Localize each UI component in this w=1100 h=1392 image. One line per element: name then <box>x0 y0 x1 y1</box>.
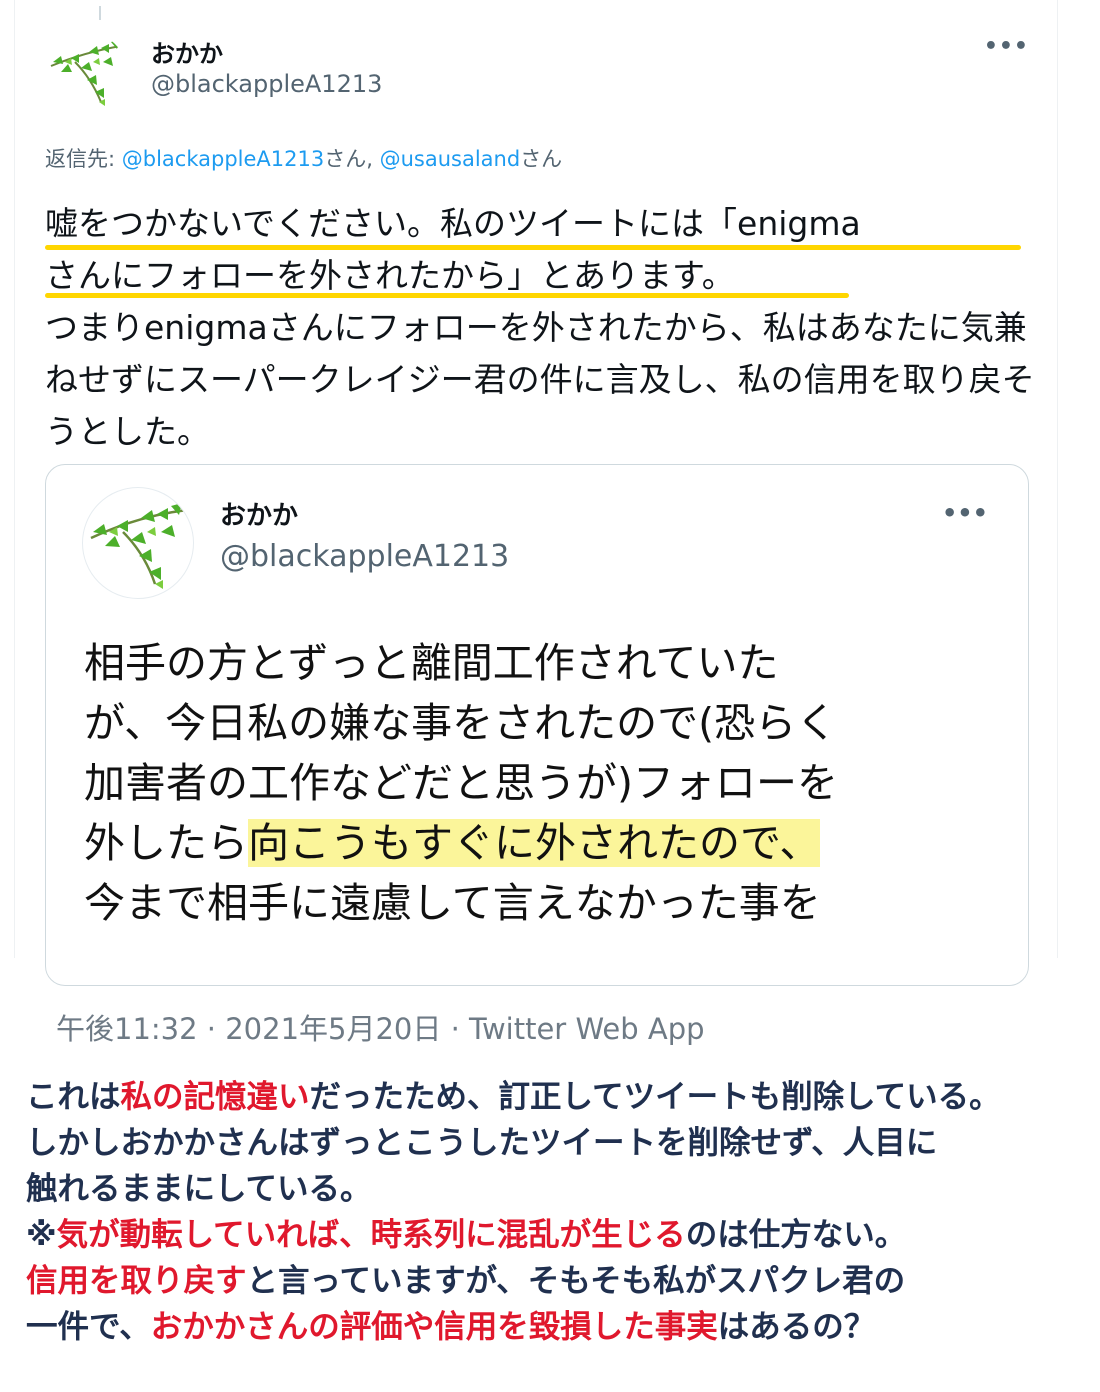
quoted-text-plain: 外したら <box>84 819 248 867</box>
tweet-timestamp[interactable]: 午後11:32 · 2021年5月20日 · Twitter Web App <box>56 1006 705 1048</box>
tweet-text: 嘘をつかないでください。私のツイートには「enigma さんにフォローを外された… <box>45 198 1035 458</box>
caption-emphasis: 信用を取り戻す <box>26 1263 247 1299</box>
tweet-text-rest: つまりenigmaさんにフォローを外されたから、私はあなたに気兼ねせずにスーパー… <box>45 308 1035 451</box>
tweet-card: おかか @blackappleA1213 ••• 返信先: @blackappl… <box>14 0 1058 986</box>
quoted-author-name[interactable]: おかか <box>220 495 298 532</box>
caption-line: 信用を取り戻すと言っていますが、そもそも私がスパクレ君の <box>26 1258 1096 1304</box>
author-handle[interactable]: @blackappleA1213 <box>151 70 382 98</box>
quoted-author-handle[interactable]: @blackappleA1213 <box>220 539 509 574</box>
caption-text: これは <box>26 1079 121 1115</box>
quoted-line: が、今日私の嫌な事をされたので(恐らく <box>84 699 838 747</box>
reply-prefix: 返信先: <box>45 147 122 171</box>
caption-line: 一件で、おかかさんの評価や信用を毀損した事実はあるの？ <box>26 1304 1096 1350</box>
caption-line: 触れるままにしている。 <box>26 1171 372 1207</box>
tweet-text-line: さんにフォローを外されたから」とあります。 <box>45 256 735 295</box>
thread-line <box>99 6 101 20</box>
caption-text: と言っていますが、そもそも私がスパクレ君の <box>246 1263 906 1299</box>
ivy-avatar-icon <box>90 503 188 589</box>
caption-line: ※気が動転していれば、時系列に混乱が生じるのは仕方ない。 <box>26 1212 1096 1258</box>
caption-text: だったため、訂正してツイートも削除している。 <box>309 1079 1001 1115</box>
tweet-text-line: 嘘をつかないでください。私のツイートには「enigma <box>45 204 861 243</box>
caption-text: はあるの？ <box>717 1309 876 1345</box>
caption-emphasis: おかかさんの評価や信用を毀損した事実 <box>150 1309 718 1345</box>
ivy-avatar-icon <box>50 40 122 106</box>
quoted-author-avatar[interactable] <box>82 487 194 599</box>
quoted-text-highlight: 向こうもすぐに外されたので、 <box>248 819 821 867</box>
quoted-line: 外したら向こうもすぐに外されたので、 <box>84 813 1014 873</box>
reply-suffix: さん <box>520 147 563 171</box>
quoted-line: 加害者の工作などだと思うが)フォローを <box>84 759 838 807</box>
quoted-line: 相手の方とずっと離間工作されていた <box>84 639 779 687</box>
reply-suffix: さん, <box>324 147 380 171</box>
author-avatar[interactable] <box>45 32 127 114</box>
quoted-tweet[interactable]: おかか @blackappleA1213 ••• 相手の方とずっと離間工作されて… <box>45 464 1029 986</box>
author-name[interactable]: おかか <box>151 34 223 69</box>
caption-emphasis: 私の記憶違い <box>120 1079 310 1115</box>
caption-text: ※ <box>26 1217 57 1253</box>
quoted-line: 今まで相手に遠慮して言えなかった事を <box>84 879 821 927</box>
caption-line: これは私の記憶違いだったため、訂正してツイートも削除している。 <box>26 1074 1096 1120</box>
caption-line: しかしおかかさんはずっとこうしたツイートを削除せず、人目に <box>26 1125 938 1161</box>
commentary-caption: これは私の記憶違いだったため、訂正してツイートも削除している。 しかしおかかさん… <box>26 1074 1096 1350</box>
quoted-text: 相手の方とずっと離間工作されていた が、今日私の嫌な事をされたので(恐らく 加害… <box>84 633 1014 933</box>
more-horizontal-icon[interactable]: ••• <box>984 34 1029 59</box>
mention-link[interactable]: @usausaland <box>380 147 521 171</box>
caption-text: 一件で、 <box>26 1309 151 1345</box>
caption-text: のは仕方ない。 <box>685 1217 907 1253</box>
caption-emphasis: 気が動転していれば、時系列に混乱が生じる <box>56 1217 686 1253</box>
reply-to-line: 返信先: @blackappleA1213さん, @usausalandさん <box>45 143 562 173</box>
more-horizontal-icon[interactable]: ••• <box>942 499 988 527</box>
mention-link[interactable]: @blackappleA1213 <box>122 147 324 171</box>
